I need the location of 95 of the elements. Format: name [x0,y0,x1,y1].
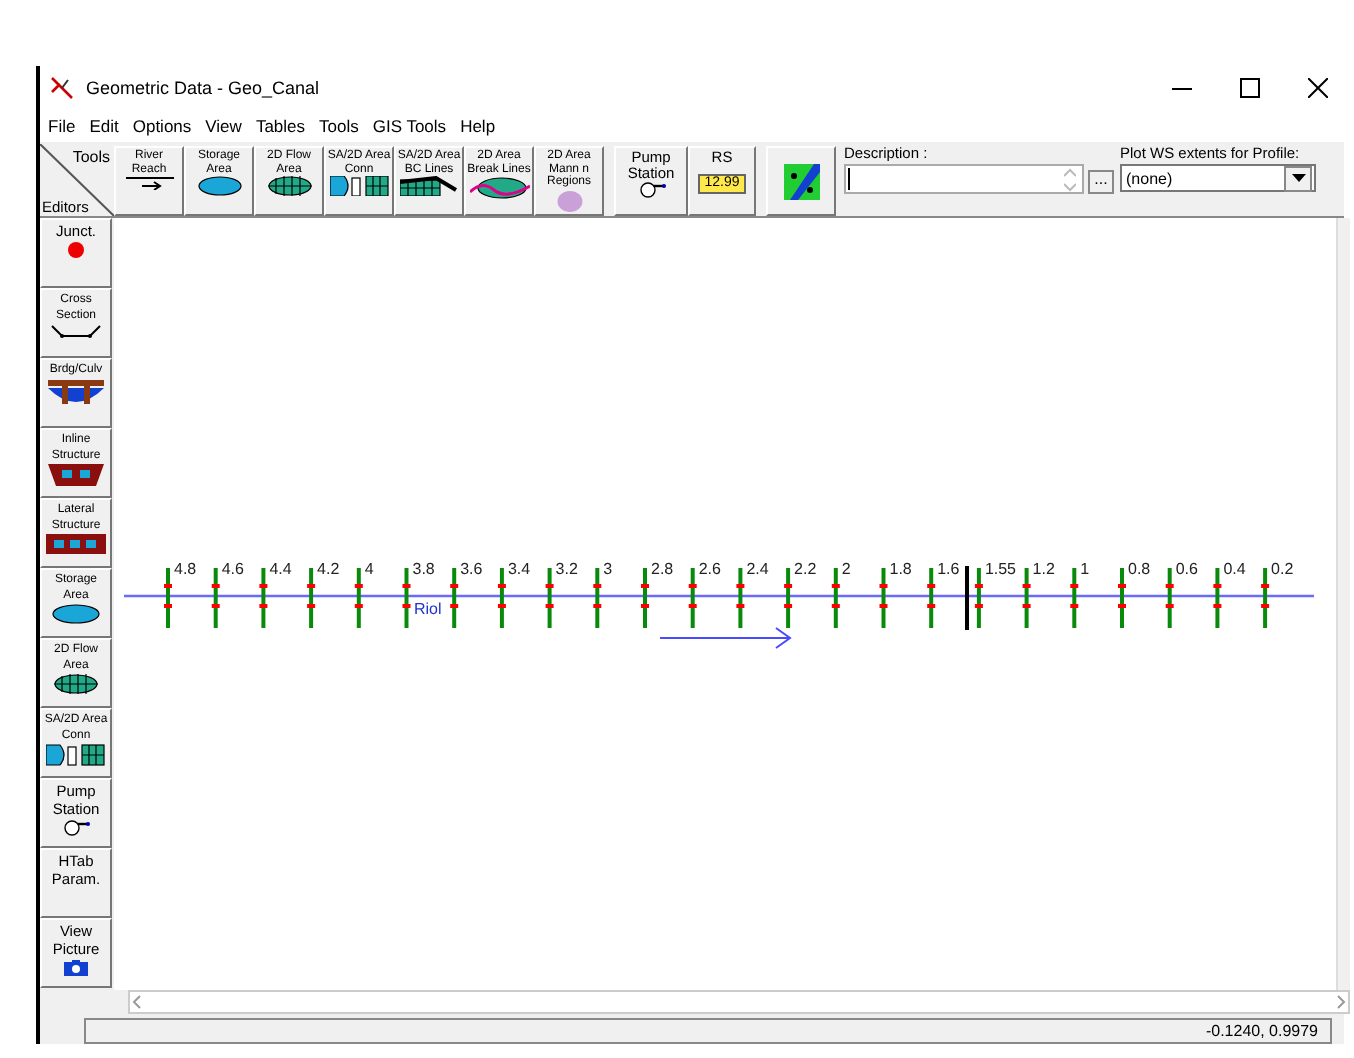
cross-section-marker[interactable] [402,568,411,628]
station-label: 2.4 [746,560,769,578]
station-label: 4 [364,560,374,578]
menu-item[interactable]: GIS Tools [372,116,447,136]
cross-section-marker[interactable] [927,568,936,628]
cross-section-marker[interactable] [211,568,220,628]
description-field[interactable] [844,164,1084,194]
station-label: 4.2 [317,560,340,578]
map-icon [783,163,819,199]
bc-line-icon [399,176,459,196]
cross-section-marker[interactable] [831,568,840,628]
station-label: 3.2 [555,560,578,578]
storage-area-icon [52,604,100,624]
inline-structure-icon [48,464,104,486]
connection-icon [329,176,389,196]
station-label: 2.8 [651,560,674,578]
close-icon[interactable] [1308,78,1328,98]
vertical-scrollbar[interactable] [1336,218,1350,990]
lateral-structure-icon [46,534,106,554]
text-cursor [848,168,850,190]
station-label: 1.55 [984,560,1017,578]
station-label: 3.6 [460,560,483,578]
region-blob-icon [555,189,583,212]
junction-dot-icon [68,242,84,258]
break-line-icon [469,176,529,200]
scroll-left-icon[interactable] [130,994,146,1010]
cross-section-marker[interactable] [974,568,983,628]
cross-section-marker[interactable] [688,568,697,628]
station-label: 4.8 [174,560,197,578]
cross-section-marker[interactable] [1118,568,1126,628]
cross-section-marker[interactable] [593,568,602,628]
cross-section-marker[interactable] [1022,568,1031,628]
station-label: 0.8 [1128,560,1151,578]
menu-item[interactable]: Options [132,116,192,136]
spinner-icon [1064,165,1076,193]
bridge-icon [48,379,104,405]
cross-section-marker[interactable] [307,568,316,628]
profile-dropdown[interactable]: (none) [1120,164,1316,192]
pump-icon [62,820,90,836]
cross-section-marker[interactable] [1070,568,1079,628]
horizontal-scrollbar[interactable] [128,990,1350,1014]
cross-section-marker[interactable] [497,568,506,628]
storage-area-icon [197,176,241,196]
station-label: 4.4 [269,560,292,578]
menu-item[interactable]: Tools [319,116,359,136]
cross-section-marker[interactable] [1213,568,1222,628]
cross-section-marker[interactable] [354,568,363,628]
menu-item[interactable]: View [205,116,242,136]
cross-section-marker[interactable] [164,568,172,628]
cross-section-marker[interactable] [784,568,793,628]
station-label: 0.4 [1223,560,1246,578]
window-title: Geometric Data - Geo_Canal [86,78,320,98]
menu-item[interactable]: Tables [255,116,306,136]
station-label: 3.8 [412,560,435,578]
menu-item[interactable]: Edit [89,116,119,136]
grid-area-icon [267,176,311,196]
cross-section-marker[interactable] [879,568,888,628]
schematic-canvas[interactable]: Riol 4.8 4.6 4.4 4.2 4 3.8 3.6 3.4 3.2 3 2.8 2.6 2.4 2.2 2 1.8 1.6 1.55 1.2 1 0.8 0.6 0.4 0.2 [114,218,1336,990]
station-label: 3 [603,560,613,578]
river-label: Riol [414,600,442,618]
station-label: 2.6 [698,560,721,578]
arrow-line-icon [125,176,173,190]
station-label: 0.2 [1271,560,1294,578]
pump-icon [637,182,665,198]
station-label: 3.4 [507,560,531,578]
cross-section-icon [50,324,102,340]
station-label: 1.2 [1032,560,1055,578]
station-label: 1.6 [937,560,960,578]
flow-direction-arrow [659,627,792,649]
cross-section-marker[interactable] [545,568,554,628]
station-label: 1.8 [889,560,912,578]
cross-section-marker[interactable] [641,568,649,628]
station-label: 2 [841,560,851,578]
cross-section-marker[interactable] [259,568,268,628]
menu-item[interactable]: Help [460,116,496,136]
connection-icon [46,744,106,766]
tools-label: Tools [72,148,110,166]
station-label: 2.2 [794,560,817,578]
cross-section-marker[interactable] [736,568,745,628]
map-button[interactable] [766,146,836,216]
station-label: 4.6 [221,560,244,578]
camera-icon [64,960,88,976]
station-label: 0.6 [1175,560,1198,578]
cross-section-marker[interactable] [1165,568,1174,628]
maximize-icon[interactable] [1240,78,1260,98]
grid-area-icon [54,674,98,694]
cross-section-marker[interactable] [1261,568,1270,628]
browse-button[interactable]: ... [1088,170,1114,194]
app-icon [50,76,74,100]
cross-section-marker[interactable] [450,568,459,628]
scroll-right-icon[interactable] [1332,994,1348,1010]
coordinates-readout: -0.1240, 0.9979 [1205,1022,1318,1040]
menu-item[interactable]: File [48,116,76,136]
station-label: 1 [1080,560,1090,578]
dropdown-caret-icon [1291,174,1305,182]
